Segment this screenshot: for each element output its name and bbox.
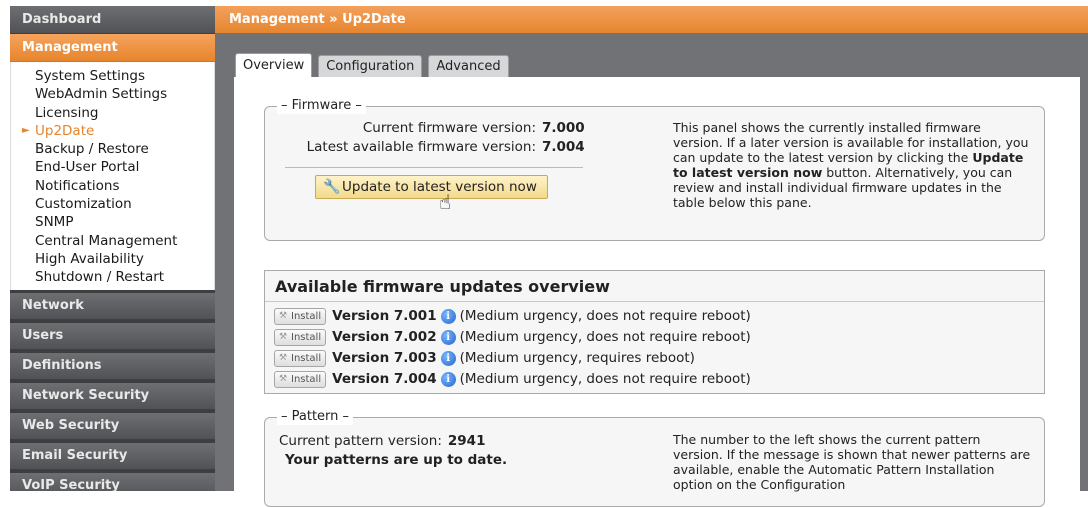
sidebar-item-webadmin-settings[interactable]: WebAdmin Settings (11, 85, 214, 103)
divider (265, 301, 1044, 302)
sidebar-item-system-settings[interactable]: System Settings (11, 67, 214, 85)
tab-bar: Overview Configuration Advanced (235, 53, 515, 78)
current-pattern-row: Current pattern version: 2941 (279, 432, 485, 451)
wrench-icon: ⚒ (279, 310, 288, 321)
pattern-panel: – Pattern – Current pattern version: 2941… (264, 409, 1045, 507)
tab-configuration[interactable]: Configuration (318, 55, 423, 78)
update-note: (Medium urgency, does not require reboot… (459, 329, 751, 345)
wrench-icon: ⚒ (279, 331, 288, 342)
update-row: ⚒ Install Version 7.003 i (Medium urgency, r… (274, 349, 695, 368)
latest-firmware-value: 7.004 (542, 139, 585, 155)
update-version: Version 7.004 (332, 371, 437, 387)
sidebar-item-notifications[interactable]: Notifications (11, 177, 214, 195)
sidebar-dashboard[interactable]: Dashboard (10, 6, 215, 34)
sidebar-network-security[interactable]: Network Security (10, 379, 215, 410)
tab-overview[interactable]: Overview (235, 53, 313, 78)
info-icon[interactable]: i (440, 308, 456, 324)
current-firmware-row: Current firmware version: 7.000 (271, 119, 585, 138)
latest-firmware-label: Latest available firmware version: (306, 139, 536, 155)
updates-overview-panel: Available firmware updates overview ⚒ Ins… (264, 270, 1045, 394)
install-button[interactable]: ⚒ Install (274, 370, 327, 388)
sidebar-item-licensing[interactable]: Licensing (11, 104, 214, 122)
current-firmware-value: 7.000 (542, 120, 585, 136)
firmware-description: This panel shows the currently installed… (673, 120, 1033, 210)
install-button[interactable]: ⚒ Install (274, 349, 327, 367)
current-pattern-label: Current pattern version: (279, 433, 442, 449)
update-version: Version 7.001 (332, 308, 437, 324)
info-icon[interactable]: i (440, 350, 456, 366)
breadcrumb: Management » Up2Date (215, 6, 1088, 33)
sidebar-item-central-management[interactable]: Central Management (11, 232, 214, 250)
update-row: ⚒ Install Version 7.004 i (Medium urgency, d… (274, 370, 751, 389)
updates-overview-title: Available firmware updates overview (275, 277, 610, 296)
wrench-icon: 🔧 (323, 179, 341, 195)
info-icon[interactable]: i (440, 329, 456, 345)
sidebar-network[interactable]: Network (10, 289, 215, 320)
sidebar-email-security[interactable]: Email Security (10, 439, 215, 470)
tab-advanced[interactable]: Advanced (428, 55, 509, 78)
pattern-legend-text: Pattern (291, 409, 339, 424)
wrench-icon: ⚒ (279, 373, 288, 384)
main-content: Overview Configuration Advanced – Firmware… (215, 33, 1088, 507)
pattern-status: Your patterns are up to date. (285, 452, 508, 468)
sidebar-item-snmp[interactable]: SNMP (11, 213, 214, 231)
latest-firmware-row: Latest available firmware version: 7.004 (271, 138, 585, 157)
sidebar-item-label: Up2Date (35, 122, 95, 139)
firmware-panel: – Firmware – Current firmware version: 7.… (264, 98, 1045, 241)
update-row: ⚒ Install Version 7.002 i (Medium urgency, d… (274, 328, 751, 347)
firmware-legend: – Firmware – (277, 98, 366, 114)
update-latest-button[interactable]: 🔧 Update to latest version now (315, 175, 548, 199)
sidebar-voip-security[interactable]: VoIP Security (10, 469, 215, 491)
management-submenu: System Settings WebAdmin Settings Licens… (10, 62, 215, 290)
pattern-description: The number to the left shows the current… (673, 432, 1031, 492)
overview-pane: – Firmware – Current firmware version: 7.… (234, 77, 1080, 507)
update-row: ⚒ Install Version 7.001 i (Medium urgency, d… (274, 307, 751, 326)
install-label: Install (291, 331, 322, 343)
firmware-legend-text: Firmware (291, 98, 352, 113)
install-label: Install (291, 373, 322, 385)
sidebar-web-security[interactable]: Web Security (10, 409, 215, 440)
pattern-legend: – Pattern – (277, 409, 354, 425)
sidebar: Dashboard Management System Settings Web… (10, 6, 215, 491)
update-note: (Medium urgency, does not require reboot… (459, 308, 751, 324)
sidebar-users[interactable]: Users (10, 319, 215, 350)
install-button[interactable]: ⚒ Install (274, 328, 327, 346)
current-pattern-value: 2941 (447, 433, 486, 449)
current-firmware-label: Current firmware version: (362, 120, 536, 136)
install-button[interactable]: ⚒ Install (274, 307, 327, 325)
update-version: Version 7.003 (332, 350, 437, 366)
update-version: Version 7.002 (332, 329, 437, 345)
sidebar-item-shutdown-restart[interactable]: Shutdown / Restart (11, 268, 214, 286)
install-label: Install (291, 310, 322, 322)
sidebar-item-customization[interactable]: Customization (11, 195, 214, 213)
sidebar-item-up2date[interactable]: ► Up2Date (11, 122, 214, 140)
sidebar-item-high-availability[interactable]: High Availability (11, 250, 214, 268)
hand-cursor-icon: ☝ (439, 190, 452, 214)
sidebar-definitions[interactable]: Definitions (10, 349, 215, 380)
sidebar-management[interactable]: Management (10, 34, 215, 62)
update-note: (Medium urgency, does not require reboot… (459, 371, 751, 387)
sidebar-item-backup-restore[interactable]: Backup / Restore (11, 140, 214, 158)
sidebar-item-end-user-portal[interactable]: End-User Portal (11, 158, 214, 176)
divider (285, 167, 583, 168)
update-note: (Medium urgency, requires reboot) (459, 350, 695, 366)
active-bullet-icon: ► (22, 124, 30, 136)
wrench-icon: ⚒ (279, 352, 288, 363)
info-icon[interactable]: i (440, 371, 456, 387)
install-label: Install (291, 352, 322, 364)
